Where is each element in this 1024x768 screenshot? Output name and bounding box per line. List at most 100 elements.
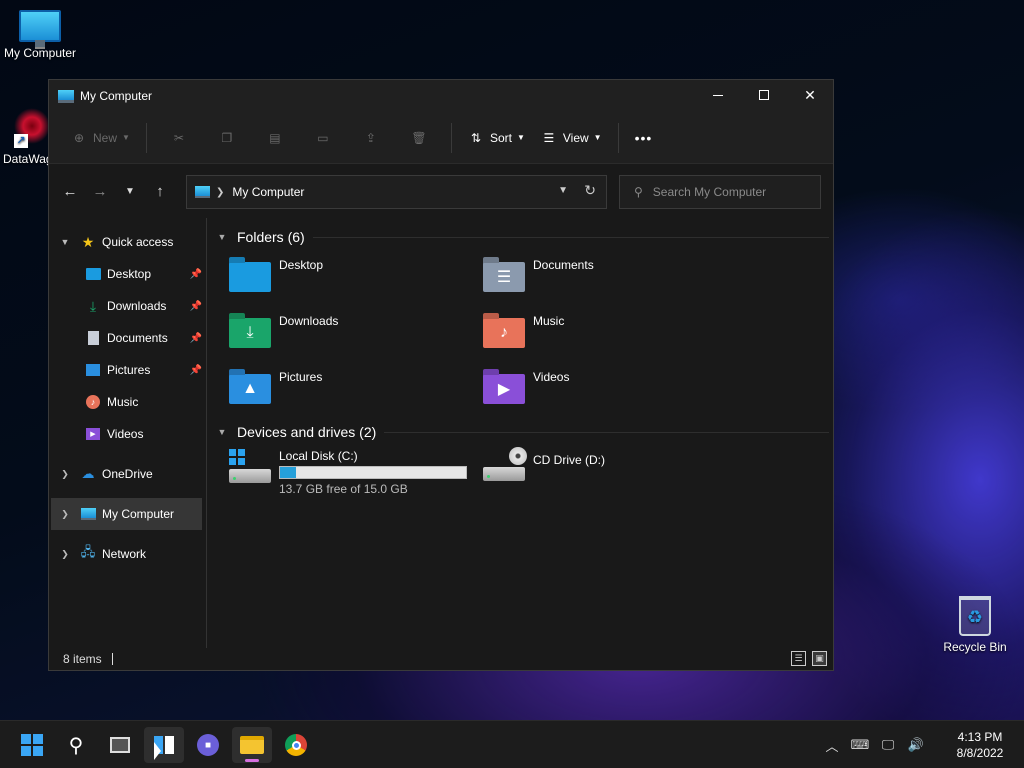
title-bar[interactable]: My Computer ✕ <box>49 80 833 112</box>
volume-icon[interactable]: 🔊 <box>902 737 930 753</box>
network-status-icon[interactable]: 🖵 <box>874 737 902 753</box>
windows-logo-icon <box>21 734 43 756</box>
minimize-button[interactable] <box>695 80 741 110</box>
new-button[interactable]: ⊕ New ▼ <box>63 122 138 154</box>
drive-capacity-fill <box>280 467 297 478</box>
keyboard-icon[interactable]: ⌨ <box>846 737 874 753</box>
sidebar-item-pictures[interactable]: Pictures 📌 <box>49 354 206 386</box>
folder-documents[interactable]: ☰ Documents <box>483 250 737 306</box>
chevron-up-icon[interactable]: ︿ <box>818 736 846 755</box>
pin-icon[interactable]: 📌 <box>190 301 202 312</box>
sidebar-item-documents[interactable]: Documents 📌 <box>49 322 206 354</box>
desktop-icon-datawag[interactable]: ↗ DataWag <box>0 108 52 166</box>
close-button[interactable]: ✕ <box>787 80 833 110</box>
search-box[interactable]: ⚲ <box>619 175 821 209</box>
details-view-toggle[interactable]: ☰ <box>791 651 806 666</box>
sidebar-item-label: Documents <box>107 331 168 345</box>
tiles-view-icon: ▣ <box>815 653 824 663</box>
chevron-down-icon: ▼ <box>125 185 135 197</box>
drive-c[interactable]: Local Disk (C:) 13.7 GB free of 15.0 GB <box>229 445 483 503</box>
content-pane: ▼ Folders (6) Desktop ☰ Documents ⤓ Down… <box>207 218 833 648</box>
chevron-down-icon[interactable]: ▼ <box>58 237 72 247</box>
pictures-icon <box>85 362 101 378</box>
sidebar-item-label: My Computer <box>102 507 175 521</box>
folder-videos[interactable]: ▶ Videos <box>483 362 737 418</box>
datawag-app-icon: ↗ <box>12 108 52 148</box>
chevron-right-icon[interactable]: ❯ <box>58 549 72 560</box>
folder-pictures[interactable]: ▲ Pictures <box>229 362 483 418</box>
search-input[interactable] <box>652 185 803 199</box>
chrome-icon <box>285 734 307 756</box>
paste-button[interactable]: ▤ <box>251 122 299 154</box>
chevron-down-icon: ▼ <box>217 427 227 437</box>
recent-locations-button[interactable]: ▼ <box>115 176 145 206</box>
desktop-folder-icon <box>85 266 101 282</box>
sort-button[interactable]: ⇅ Sort ▼ <box>460 122 533 154</box>
tiles-view-toggle[interactable]: ▣ <box>812 651 827 666</box>
pin-icon[interactable]: 📌 <box>190 269 202 280</box>
folder-desktop[interactable]: Desktop <box>229 250 483 306</box>
drive-label: Local Disk (C:) <box>279 449 358 463</box>
document-lines-icon: ☰ <box>496 269 512 286</box>
pictures-folder-icon: ▲ <box>229 368 273 408</box>
pin-icon[interactable]: 📌 <box>190 365 202 376</box>
copy-button[interactable]: ❐ <box>203 122 251 154</box>
share-button[interactable]: ⇪ <box>347 122 395 154</box>
close-icon: ✕ <box>804 86 816 103</box>
chevron-right-icon[interactable]: ❯ <box>58 469 72 480</box>
pin-icon[interactable]: 📌 <box>190 333 202 344</box>
sidebar-item-desktop[interactable]: Desktop 📌 <box>49 258 206 290</box>
folders-group-header[interactable]: ▼ Folders (6) <box>215 226 833 248</box>
chat-button[interactable]: ■ <box>188 727 228 763</box>
desktop-icon-recycle-bin[interactable]: ♻ Recycle Bin <box>935 596 1015 654</box>
command-bar: ⊕ New ▼ ✂ ❐ ▤ ▭ ⇪ 🗑 ⇅ Sort ▼ ☰ View ▼ ••… <box>49 112 833 164</box>
folder-label: Desktop <box>279 258 324 272</box>
up-button[interactable]: ↑ <box>145 176 175 206</box>
folder-music[interactable]: ♪ Music <box>483 306 737 362</box>
drive-d[interactable]: CD Drive (D:) <box>483 445 737 503</box>
trash-icon: 🗑 <box>411 130 427 145</box>
group-title: Devices and drives (2) <box>237 424 377 440</box>
chrome-taskbar-button[interactable] <box>276 727 316 763</box>
sidebar-item-label: Pictures <box>107 363 151 377</box>
more-icon: ••• <box>634 129 653 146</box>
folder-downloads[interactable]: ⤓ Downloads <box>229 306 483 362</box>
videos-folder-icon: ▶ <box>483 368 527 408</box>
back-button[interactable]: ← <box>55 176 85 206</box>
sidebar-item-my-computer[interactable]: ❯ My Computer <box>51 498 202 530</box>
sidebar-item-music[interactable]: ♪ Music <box>49 386 206 418</box>
arrow-left-icon: ← <box>62 182 78 200</box>
cut-button[interactable]: ✂ <box>155 122 203 154</box>
address-dropdown-icon[interactable]: ▼ <box>558 185 568 196</box>
chevron-right-icon[interactable]: ❯ <box>58 509 72 520</box>
monitor-icon <box>19 10 61 49</box>
search-taskbar-button[interactable]: ⚲ <box>56 727 96 763</box>
refresh-icon[interactable]: ↻ <box>584 182 596 199</box>
drives-group-header[interactable]: ▼ Devices and drives (2) <box>215 421 833 443</box>
task-view-button[interactable] <box>100 727 140 763</box>
maximize-button[interactable] <box>741 80 787 110</box>
start-button[interactable] <box>12 727 52 763</box>
hard-drive-icon <box>229 449 273 489</box>
sidebar-item-label: Quick access <box>102 235 174 249</box>
computer-icon <box>195 186 210 198</box>
delete-button[interactable]: 🗑 <box>395 122 443 154</box>
sidebar-item-videos[interactable]: ▶ Videos <box>49 418 206 450</box>
rename-button[interactable]: ▭ <box>299 122 347 154</box>
view-button[interactable]: ☰ View ▼ <box>533 122 610 154</box>
system-tray: ︿ ⌨ 🖵 🔊 4:13 PM 8/8/2022 <box>818 721 1024 768</box>
more-options-button[interactable]: ••• <box>627 122 661 154</box>
sidebar-item-label: Desktop <box>107 267 152 281</box>
breadcrumb-my-computer[interactable]: My Computer <box>232 185 304 199</box>
widgets-button[interactable] <box>144 727 184 763</box>
forward-button[interactable]: → <box>85 176 115 206</box>
sidebar-item-downloads[interactable]: ⤓ Downloads 📌 <box>49 290 206 322</box>
clock[interactable]: 4:13 PM 8/8/2022 <box>936 729 1024 761</box>
address-bar[interactable]: ❯ My Computer ▼ ↻ <box>186 175 607 209</box>
sidebar-item-onedrive[interactable]: ❯ ☁ OneDrive <box>49 458 206 490</box>
file-explorer-taskbar-button[interactable] <box>232 727 272 763</box>
sidebar-item-label: OneDrive <box>102 467 153 481</box>
sidebar-item-network[interactable]: ❯ 🖧 Network <box>49 538 206 570</box>
sidebar-item-quick-access[interactable]: ▼ ★ Quick access <box>49 226 206 258</box>
desktop-icon-my-computer[interactable]: My Computer <box>0 10 80 60</box>
